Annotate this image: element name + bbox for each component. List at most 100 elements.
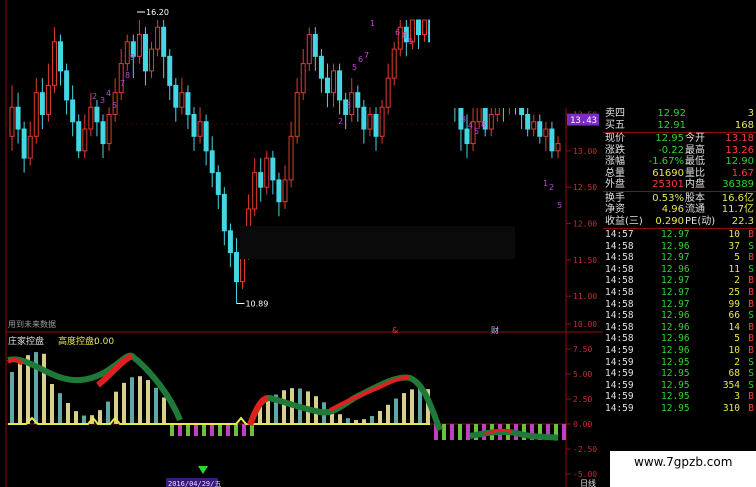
candle-body xyxy=(549,128,555,152)
indicator-bar xyxy=(218,424,222,436)
stat-value-2: 1.67 xyxy=(731,167,754,179)
high-price-label: 16.20 xyxy=(146,8,169,17)
indicator-bar xyxy=(122,382,126,424)
candle-body xyxy=(88,106,94,130)
candle-body xyxy=(27,135,33,159)
tick-row: 14:58 12.96 37 S xyxy=(603,241,756,253)
low-price-label: 10.89 xyxy=(245,299,268,308)
quote-stat-row: 总量 61690 量比 1.67 xyxy=(603,168,756,180)
tick-volume: 68 xyxy=(728,368,740,380)
quote-stat-row: 涨跌 -0.22 最高 13.26 xyxy=(603,145,756,157)
signal-number: 8 xyxy=(481,120,486,129)
signal-number: 5 xyxy=(352,63,357,72)
tick-time: 14:58 xyxy=(605,321,634,333)
order-level-label: 卖四 xyxy=(605,108,625,119)
order-book-row: 卖四 12.92 3 xyxy=(603,108,756,120)
indicator-bar xyxy=(42,353,46,424)
price-tick-label: 12.00 xyxy=(573,220,597,229)
indicator-bar xyxy=(154,387,158,424)
signal-number: 6 xyxy=(358,55,363,64)
candle-body xyxy=(149,48,155,72)
tick-side: B xyxy=(748,229,754,240)
stat-value-2: 12.90 xyxy=(725,156,754,167)
order-level-label: 买五 xyxy=(605,119,625,131)
price-tick-label: 11.00 xyxy=(573,292,597,301)
indicator-bar xyxy=(242,424,246,436)
tick-side: B xyxy=(748,403,754,414)
indicator-bar xyxy=(162,397,166,424)
stat-value-2: 13.26 xyxy=(725,144,754,156)
tick-time: 14:59 xyxy=(605,379,634,391)
stat-value: 61690 xyxy=(652,167,684,179)
tick-volume: 354 xyxy=(722,379,740,391)
quote-stat-row: 换手 0.53% 股本 16.6亿 xyxy=(603,193,756,205)
tick-price: 12.96 xyxy=(661,240,690,252)
tick-row: 14:58 12.96 5 B xyxy=(603,333,756,345)
indicator-tick-label: 5.00 xyxy=(573,370,592,379)
indicator-tick-label: 7.50 xyxy=(573,345,592,354)
candle-body xyxy=(227,230,233,254)
signal-number: 8 xyxy=(402,31,407,40)
tick-price: 12.95 xyxy=(661,368,690,380)
tick-price: 12.97 xyxy=(661,287,690,298)
tick-time: 14:58 xyxy=(605,310,634,322)
candle-body xyxy=(167,55,173,86)
candle-body xyxy=(288,135,294,181)
price-tick-label: 13.00 xyxy=(573,147,597,156)
quote-stat-row: 收益(三) 0.290 PE(动) 22.3 xyxy=(603,216,756,228)
tick-row: 14:58 12.97 99 B xyxy=(603,299,756,311)
stat-label: 涨幅 xyxy=(605,156,625,167)
future-data-hint: 用到未来数据 xyxy=(8,319,56,329)
signal-number: 3 xyxy=(461,115,466,124)
tick-price: 12.97 xyxy=(661,275,690,287)
candle-body xyxy=(161,26,167,57)
signal-number: 5 xyxy=(112,101,117,110)
candle-body xyxy=(252,172,258,210)
indicator-tick-label: -5.00 xyxy=(573,470,597,479)
tick-side: B xyxy=(748,391,754,403)
candle-body xyxy=(270,157,276,181)
candle-body xyxy=(51,41,57,86)
tick-side: B xyxy=(748,252,754,264)
tick-time: 14:58 xyxy=(605,333,634,345)
indicator-bar xyxy=(402,393,406,424)
watermark-box: www.7gpzb.com xyxy=(610,451,756,487)
date-tag: 2016/04/29/五 xyxy=(168,480,221,487)
period-label: 日线 xyxy=(580,478,596,487)
current-price-label: 13.43 xyxy=(570,116,597,126)
stat-value-2: 16.6亿 xyxy=(721,192,754,204)
tick-row: 14:58 12.96 11 S xyxy=(603,264,756,276)
tick-side: B xyxy=(748,333,754,345)
indicator-bar xyxy=(466,424,470,440)
tick-volume: 2 xyxy=(734,275,740,287)
stat-value-2: 36389 xyxy=(722,179,754,190)
candle-body xyxy=(209,150,215,174)
tick-row: 14:58 12.97 25 B xyxy=(603,287,756,299)
tick-price: 12.95 xyxy=(661,379,690,391)
tick-side: B xyxy=(748,275,754,287)
tick-time: 14:58 xyxy=(605,252,634,264)
tick-price: 12.96 xyxy=(661,263,690,275)
candle-body xyxy=(531,121,537,130)
tick-side: B xyxy=(748,287,754,298)
tick-volume: 25 xyxy=(728,287,740,298)
indicator-bar xyxy=(338,414,342,424)
candle-body xyxy=(100,121,106,145)
stat-label-2: 今开 xyxy=(685,133,705,144)
indicator-title: 庄家控盘 xyxy=(8,335,44,347)
tick-row: 14:59 12.95 354 S xyxy=(603,380,756,392)
price-tick-label: 11.50 xyxy=(573,256,597,265)
indicator-tick-label: -2.50 xyxy=(573,445,597,454)
tick-price: 12.95 xyxy=(661,403,690,414)
stat-label-2: 最高 xyxy=(685,144,705,156)
signal-number: 1 xyxy=(370,19,375,28)
quote-panel: 卖四 12.92 3 买五 12.91 168 现价 12.95 今开 13.18 涨跌 -0.22 最… xyxy=(603,108,756,487)
stat-label-2: 量比 xyxy=(685,167,705,179)
tick-time: 14:59 xyxy=(605,345,634,356)
candle-body xyxy=(9,106,15,137)
candle-body xyxy=(82,128,88,152)
tick-volume: 14 xyxy=(728,321,740,333)
signal-number: 5 xyxy=(474,127,479,136)
stat-label: 净资 xyxy=(605,204,625,215)
candle-body xyxy=(294,92,300,137)
